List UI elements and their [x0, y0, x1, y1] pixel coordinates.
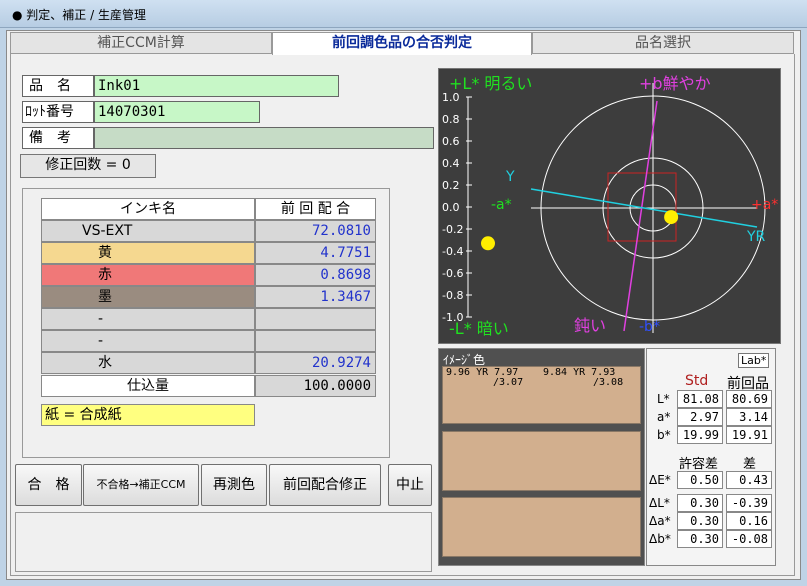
a-label: a*: [657, 410, 671, 424]
pass-button[interactable]: 合 格: [15, 464, 82, 506]
l-tick-label: 0.4: [442, 157, 460, 170]
note-field[interactable]: [94, 127, 434, 149]
b-plus-label: +b鮮やか: [639, 74, 711, 93]
dl-diff: -0.39: [726, 494, 772, 512]
b-prev: 19.91: [726, 426, 772, 444]
tolerance-header: 許容差: [679, 457, 719, 472]
tab-correction-ccm[interactable]: 補正CCM計算: [10, 32, 272, 54]
ink-row-value[interactable]: 1.3467: [255, 286, 376, 308]
correction-count: 修正回数 = 0: [20, 154, 156, 178]
ink-row-name: VS-EXT: [41, 220, 255, 242]
dull-label: 鈍い: [574, 316, 606, 335]
window-title: ● 判定、補正 / 生産管理: [12, 8, 146, 22]
l-tick-label: -0.6: [442, 267, 463, 280]
ink-row-name: 赤: [41, 264, 255, 286]
dl-tolerance: 0.30: [677, 494, 723, 512]
de-tolerance: 0.50: [677, 471, 723, 489]
a-prev: 3.14: [726, 408, 772, 426]
abort-button[interactable]: 中止: [388, 464, 432, 506]
std-munsell-2: /3.07: [493, 377, 524, 388]
l-minus-label: -L* 暗い: [449, 319, 509, 338]
da-diff: 0.16: [726, 512, 772, 530]
ink-row-value[interactable]: 72.0810: [255, 220, 376, 242]
tab-product-select[interactable]: 品名選択: [532, 32, 794, 54]
db-tolerance: 0.30: [677, 530, 723, 548]
prev-munsell-2: /3.08: [593, 377, 624, 388]
ink-value-header: 前 回 配 合: [255, 198, 376, 220]
l-tick-label: -0.2: [442, 223, 463, 236]
plot-svg: 1.00.80.60.40.20.0-0.2-0.4-0.6-0.8-1.0 +…: [442, 74, 778, 338]
lab-panel: Lab* Std 前回品 L* 81.08 80.69 a* 2.97 3.14…: [646, 348, 776, 566]
b-std: 19.99: [677, 426, 723, 444]
dl-label: ΔL*: [649, 496, 670, 510]
color-difference-plot: 1.0 0.8 0.6 0.4 0.2 0.0 -0.2 -0.4 -0.6 -0.8 -1.0 +…: [438, 68, 781, 344]
note-label: 備 考: [22, 127, 94, 149]
y-label: Y: [505, 169, 515, 185]
b-label: b*: [657, 428, 671, 442]
std-header: Std: [685, 373, 709, 389]
l-prev: 80.69: [726, 390, 772, 408]
ink-name-header: インキ名: [41, 198, 255, 220]
lab-title: Lab*: [738, 353, 770, 368]
button-area-frame: [15, 512, 432, 572]
l-marker: [481, 236, 495, 251]
tab-label: 補正CCM計算: [97, 35, 185, 51]
tab-label: 前回調色品の合否判定: [332, 35, 472, 51]
db-label: Δb*: [649, 532, 671, 546]
b-minus-label: -b*: [639, 319, 660, 335]
de-diff: 0.43: [726, 471, 772, 489]
ink-row-value[interactable]: [255, 308, 376, 330]
swatch-bottom: [442, 497, 641, 557]
swatch-middle: [442, 431, 641, 491]
de-label: ΔE*: [649, 473, 671, 487]
ink-row-value[interactable]: [255, 330, 376, 352]
l-tick-label: 0.0: [442, 201, 460, 214]
l-tick-label: -0.4: [442, 245, 463, 258]
l-tick-label: 0.6: [442, 135, 460, 148]
da-label: Δa*: [649, 514, 671, 528]
product-field[interactable]: Ink01: [94, 75, 339, 97]
ink-row-name: 墨: [41, 286, 255, 308]
ink-row-value[interactable]: 0.8698: [255, 264, 376, 286]
da-tolerance: 0.30: [677, 512, 723, 530]
ink-row-name: -: [41, 330, 255, 352]
l-std: 81.08: [677, 390, 723, 408]
paper-type: 紙 = 合成紙: [41, 404, 255, 426]
tab-label: 品名選択: [635, 35, 691, 51]
previous-blend-fix-button[interactable]: 前回配合修正: [269, 464, 381, 506]
ink-row-name: -: [41, 308, 255, 330]
db-diff: -0.08: [726, 530, 772, 548]
yr-label: YR: [746, 229, 766, 245]
ab-marker: [664, 210, 679, 225]
a-minus-label: -a*: [491, 197, 512, 213]
l-tick-label: 0.2: [442, 179, 460, 192]
ink-row-value[interactable]: 20.9274: [255, 352, 376, 374]
tab-previous-judgement[interactable]: 前回調色品の合否判定: [272, 32, 532, 55]
total-value: 100.0000: [255, 375, 376, 397]
window-titlebar: ● 判定、補正 / 生産管理: [0, 0, 807, 28]
l-tick-label: -0.8: [442, 289, 463, 302]
lot-label: ﾛｯﾄ番号: [22, 101, 94, 123]
remeasure-button[interactable]: 再測色: [201, 464, 267, 506]
l-label: L*: [657, 392, 670, 406]
ink-row-name: 水: [41, 352, 255, 374]
product-label: 品 名: [22, 75, 94, 97]
image-color-panel: ｲﾒｰｼﾞ色 9.96 YR 7.97 /3.07 9.84 YR 7.93 /…: [438, 348, 645, 566]
diff-header: 差: [743, 457, 757, 472]
a-plus-label: +a*: [751, 197, 778, 213]
swatch-std-previous: 9.96 YR 7.97 /3.07 9.84 YR 7.93 /3.08: [442, 366, 641, 424]
ink-row-name: 黄: [41, 242, 255, 264]
hue-line-b: [623, 100, 658, 332]
l-plus-label: +L* 明るい: [449, 74, 532, 93]
l-tick-label: 0.8: [442, 113, 460, 126]
lot-field[interactable]: 14070301: [94, 101, 260, 123]
ink-row-value[interactable]: 4.7751: [255, 242, 376, 264]
total-label: 仕込量: [41, 375, 255, 397]
a-std: 2.97: [677, 408, 723, 426]
fail-ccm-button[interactable]: 不合格→補正CCM: [83, 464, 199, 506]
